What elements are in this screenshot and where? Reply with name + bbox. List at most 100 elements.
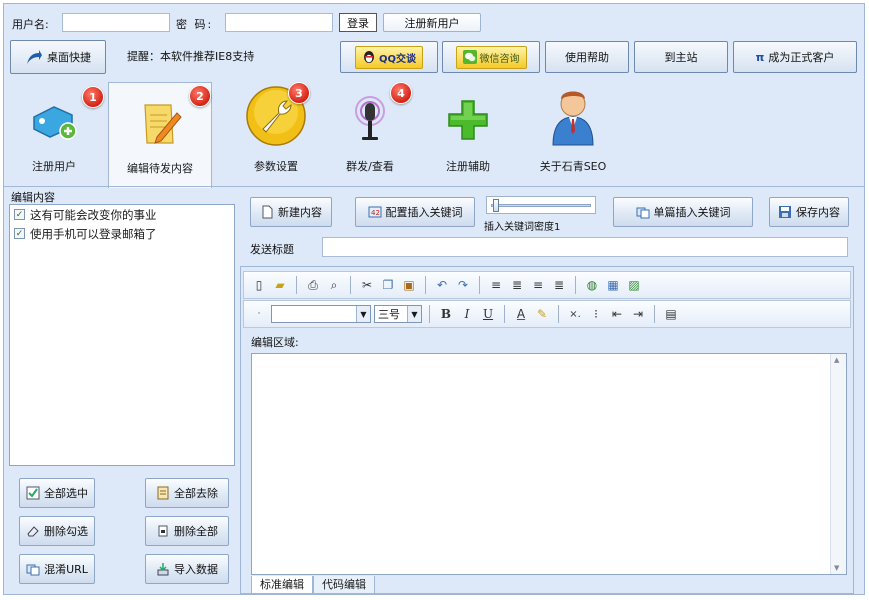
font-name-select[interactable]: ▼ bbox=[271, 305, 371, 323]
italic-icon[interactable]: I bbox=[458, 305, 476, 323]
keyword-density-slider[interactable] bbox=[486, 196, 596, 214]
import-data-button[interactable]: 导入数据 bbox=[145, 554, 229, 584]
tab-register-assist[interactable]: 注册辅助 bbox=[418, 82, 518, 186]
editor-toolbar-row-1: ▯ ▰ ⎙ ⌕ ✂ ❐ ▣ ↶ ↷ ≡ ≣ ≡ ≣ ◍ ▦ ▨ bbox=[243, 271, 851, 299]
tab-label: 注册用户 bbox=[32, 160, 76, 173]
plus-icon bbox=[447, 99, 489, 144]
bold-icon[interactable]: B bbox=[437, 305, 455, 323]
print-icon[interactable]: ⎙ bbox=[304, 276, 322, 294]
toolbar-separator bbox=[350, 276, 351, 294]
new-file-icon[interactable]: ▯ bbox=[250, 276, 268, 294]
tab-label: 参数设置 bbox=[254, 160, 298, 173]
send-title-input[interactable] bbox=[322, 237, 848, 257]
content-list-panel: 编辑内容 ✓ 这有可能会改变你的事业 ✓ 使用手机可以登录邮箱了 全部选中 全部… bbox=[8, 188, 236, 590]
edit-area-label: 编辑区域: bbox=[251, 336, 299, 349]
new-content-label: 新建内容 bbox=[278, 206, 322, 219]
tab-about[interactable]: 关于石青SEO bbox=[520, 82, 626, 186]
numbered-list-icon[interactable]: ⁝ bbox=[587, 305, 605, 323]
wechat-consult-button[interactable]: 微信咨询 bbox=[442, 41, 540, 73]
edit-area[interactable]: ▲ ▼ bbox=[251, 353, 847, 575]
rich-text-editor: ▯ ▰ ⎙ ⌕ ✂ ❐ ▣ ↶ ↷ ≡ ≣ ≡ ≣ ◍ ▦ ▨ · ▼ 三号 ▼… bbox=[240, 266, 854, 594]
toolbar-separator bbox=[429, 305, 430, 323]
list-item[interactable]: ✓ 使用手机可以登录邮箱了 bbox=[10, 224, 234, 243]
edit-note-icon bbox=[135, 99, 185, 150]
tab-standard-edit[interactable]: 标准编辑 bbox=[251, 576, 313, 594]
select-all-button[interactable]: 全部选中 bbox=[19, 478, 95, 508]
select-all-icon bbox=[26, 486, 40, 500]
wechat-badge: 微信咨询 bbox=[455, 45, 527, 69]
save-content-label: 保存内容 bbox=[796, 206, 840, 219]
config-keywords-button[interactable]: 42 配置插入关键词 bbox=[355, 197, 475, 227]
vertical-scrollbar[interactable]: ▲ ▼ bbox=[830, 354, 846, 574]
align-justify-icon[interactable]: ≡ bbox=[487, 276, 505, 294]
password-input[interactable] bbox=[225, 13, 333, 32]
insert-link-icon[interactable]: ◍ bbox=[583, 276, 601, 294]
outdent-icon[interactable]: ⇤ bbox=[608, 305, 626, 323]
tab-label: 群发/查看 bbox=[346, 160, 394, 173]
align-right-icon[interactable]: ≣ bbox=[550, 276, 568, 294]
deselect-all-button[interactable]: 全部去除 bbox=[145, 478, 229, 508]
tab-code-edit[interactable]: 代码编辑 bbox=[313, 576, 375, 594]
help-button[interactable]: 使用帮助 bbox=[545, 41, 629, 73]
font-size-select[interactable]: 三号 ▼ bbox=[374, 305, 422, 323]
tab-register-user[interactable]: 1 注册用户 bbox=[4, 82, 104, 186]
register-button[interactable]: 注册新用户 bbox=[383, 13, 481, 32]
mix-url-label: 混淆URL bbox=[44, 563, 88, 576]
cut-icon[interactable]: ✂ bbox=[358, 276, 376, 294]
delete-all-button[interactable]: 删除全部 bbox=[145, 516, 229, 546]
tag-add-icon bbox=[28, 99, 80, 146]
list-item-label: 这有可能会改变你的事业 bbox=[30, 207, 157, 222]
wechat-icon bbox=[462, 50, 477, 64]
font-color-icon[interactable]: A bbox=[512, 305, 530, 323]
scroll-up-icon[interactable]: ▲ bbox=[834, 356, 839, 364]
redo-icon[interactable]: ↷ bbox=[454, 276, 472, 294]
clear-format-icon[interactable]: ×. bbox=[566, 305, 584, 323]
mix-url-button[interactable]: 混淆URL bbox=[19, 554, 95, 584]
align-center-icon[interactable]: ≡ bbox=[529, 276, 547, 294]
checkbox[interactable]: ✓ bbox=[14, 209, 25, 220]
delete-checked-button[interactable]: 删除勾选 bbox=[19, 516, 95, 546]
insert-table-icon[interactable]: ▦ bbox=[604, 276, 622, 294]
highlight-icon[interactable]: ✎ bbox=[533, 305, 551, 323]
open-folder-icon[interactable]: ▰ bbox=[271, 276, 289, 294]
home-site-button[interactable]: 到主站 bbox=[634, 41, 728, 73]
scroll-down-icon[interactable]: ▼ bbox=[834, 564, 839, 572]
undo-icon[interactable]: ↶ bbox=[433, 276, 451, 294]
print-preview-icon[interactable]: ⌕ bbox=[325, 276, 343, 294]
spellcheck-icon[interactable]: ▤ bbox=[662, 305, 680, 323]
tab-strip-divider bbox=[4, 186, 864, 187]
list-actions: 全部选中 全部去除 删除勾选 删除全部 混淆URL 导入数据 bbox=[9, 468, 235, 590]
underline-icon[interactable]: U bbox=[479, 305, 497, 323]
toolbar-separator bbox=[558, 305, 559, 323]
tab-label: 关于石青SEO bbox=[539, 160, 607, 173]
wechat-label: 微信咨询 bbox=[479, 53, 520, 65]
copy-icon[interactable]: ❐ bbox=[379, 276, 397, 294]
font-size-value: 三号 bbox=[378, 308, 400, 321]
username-input[interactable] bbox=[62, 13, 170, 32]
eraser-icon bbox=[26, 524, 40, 538]
qq-chat-button[interactable]: QQ交谈 bbox=[340, 41, 438, 73]
login-button[interactable]: 登录 bbox=[339, 13, 377, 32]
insert-image-icon[interactable]: ▨ bbox=[625, 276, 643, 294]
tab-edit-content[interactable]: 2 编辑待发内容 bbox=[108, 82, 212, 188]
content-listbox[interactable]: ✓ 这有可能会改变你的事业 ✓ 使用手机可以登录邮箱了 bbox=[9, 204, 235, 466]
slider-thumb[interactable] bbox=[492, 199, 499, 212]
config-keywords-label: 配置插入关键词 bbox=[385, 206, 463, 219]
desktop-shortcut-button[interactable]: 桌面快捷 bbox=[10, 40, 106, 74]
select-all-label: 全部选中 bbox=[44, 487, 88, 500]
indent-icon[interactable]: ⇥ bbox=[629, 305, 647, 323]
save-disk-icon bbox=[778, 205, 792, 219]
align-left-icon[interactable]: ≣ bbox=[508, 276, 526, 294]
tab-parameters[interactable]: 3 参数设置 bbox=[226, 82, 326, 186]
paste-icon[interactable]: ▣ bbox=[400, 276, 418, 294]
save-content-button[interactable]: 保存内容 bbox=[769, 197, 849, 227]
import-icon bbox=[156, 562, 170, 576]
list-item[interactable]: ✓ 这有可能会改变你的事业 bbox=[10, 205, 234, 224]
tab-mass-send[interactable]: 4 群发/查看 bbox=[320, 82, 420, 186]
new-content-button[interactable]: 新建内容 bbox=[250, 197, 332, 227]
upgrade-button[interactable]: π 成为正式客户 bbox=[733, 41, 857, 73]
new-doc-icon bbox=[260, 205, 274, 219]
keyword-density-label: 插入关键词密度1 bbox=[484, 222, 561, 233]
checkbox[interactable]: ✓ bbox=[14, 228, 25, 239]
single-insert-keywords-button[interactable]: 单篇插入关键词 bbox=[613, 197, 753, 227]
